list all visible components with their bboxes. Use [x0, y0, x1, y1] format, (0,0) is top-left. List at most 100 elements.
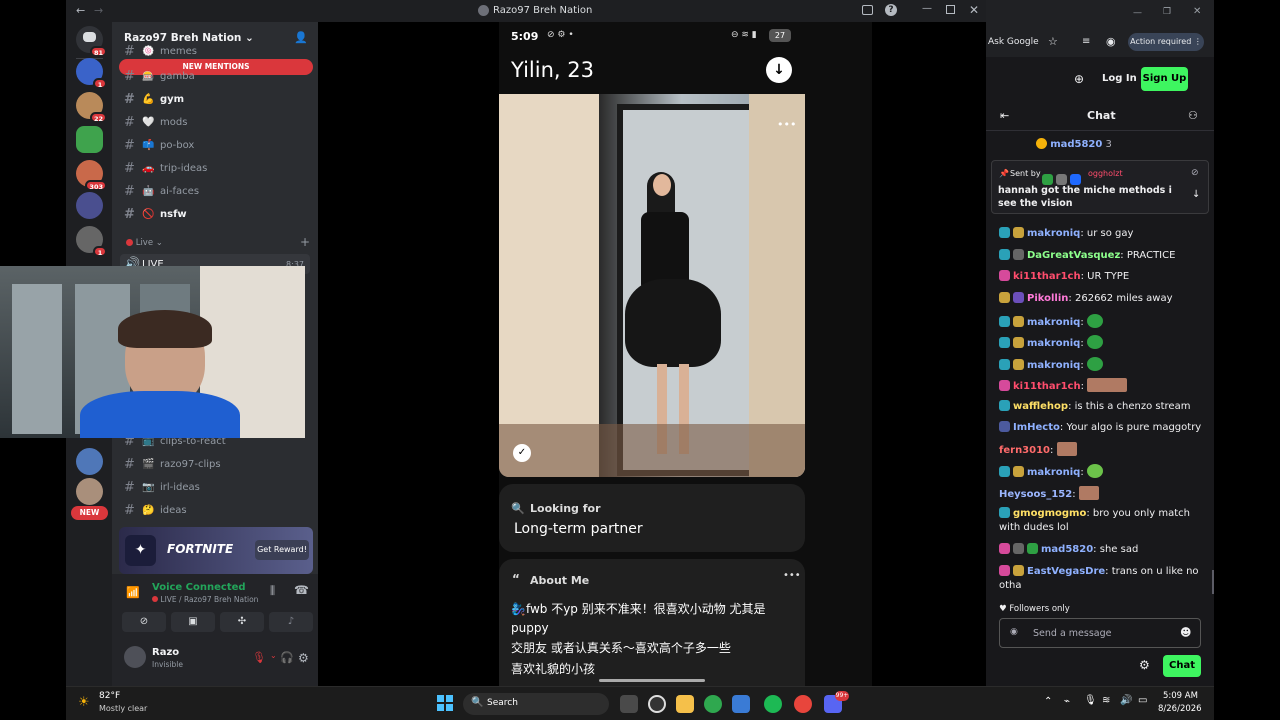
download-arrow-icon[interactable]: ↓ [766, 57, 792, 83]
search-icon: 🔍 [511, 502, 525, 515]
battery-icon[interactable]: ▭ [1138, 695, 1147, 706]
reading-list-icon[interactable]: ≡ [1082, 36, 1090, 47]
chat-scrollbar[interactable] [1212, 570, 1214, 594]
minimize-icon[interactable]: — [1133, 8, 1142, 18]
more-icon[interactable]: ••• [777, 118, 796, 131]
fortnite-promo[interactable]: ✦ FORTNITE Get Reward! [119, 527, 313, 574]
channel-gym[interactable]: # 💪 gym [120, 89, 310, 109]
noise-suppression-icon[interactable]: ⫼ [270, 584, 275, 598]
soundboard-icon[interactable]: ♪ [269, 612, 313, 632]
badge-icon[interactable]: ◉ [1010, 627, 1018, 637]
chrome-icon[interactable] [704, 695, 722, 713]
camera-off-icon[interactable]: ⊘ [122, 612, 166, 632]
clock-time[interactable]: 5:09 AM [1163, 691, 1198, 701]
chevron-down-icon[interactable]: ⌄ [270, 651, 277, 660]
channel-gamba[interactable]: # 🎰 gamba [120, 68, 310, 84]
get-reward-button[interactable]: Get Reward! [255, 540, 309, 560]
send-placeholder: Send a message [1033, 628, 1112, 639]
server-name[interactable]: Razo97 Breh Nation ⌄ [124, 32, 254, 44]
channel-memes[interactable]: # 🍥 memes [120, 44, 310, 59]
back-arrow-icon[interactable]: ← [76, 4, 85, 17]
file-explorer-icon[interactable] [676, 695, 694, 713]
volume-icon[interactable]: 🔊 [1120, 695, 1132, 706]
ask-google-button[interactable]: Ask Google [988, 37, 1039, 47]
globe-icon[interactable]: ⊕ [1074, 72, 1084, 86]
mic-icon[interactable]: 🎙 [1084, 695, 1097, 706]
channel-mods[interactable]: # 🤍 mods [120, 112, 310, 132]
server-icon[interactable]: 1 [76, 226, 107, 257]
server-icon[interactable] [76, 126, 103, 153]
server-icon[interactable]: 22 [76, 92, 107, 123]
signup-button[interactable]: Sign Up [1141, 67, 1188, 91]
network-icon[interactable]: ⌁ [1064, 696, 1070, 707]
photos-icon[interactable] [732, 695, 750, 713]
close-icon[interactable]: ✕ [969, 3, 979, 17]
unpin-icon[interactable]: ⊘ [1191, 168, 1199, 178]
channel-trip-ideas[interactable]: # 🚗 trip-ideas [120, 158, 310, 178]
channel-ai-faces[interactable]: # 🤖 ai-faces [120, 181, 310, 201]
gear-icon[interactable]: ⚙ [1139, 658, 1150, 672]
channel-razo97-clips[interactable]: # 🎬 razo97-clips [120, 454, 310, 474]
invite-people-icon[interactable]: 👤 [294, 31, 308, 44]
bits-icon [1036, 138, 1047, 149]
chevron-up-icon[interactable]: ⌃ [1044, 696, 1052, 707]
screen-share-icon[interactable]: ▣ [171, 612, 215, 632]
wifi-icon[interactable]: ≋ [1102, 695, 1110, 706]
server-icon[interactable] [76, 478, 103, 505]
home-indicator [599, 679, 705, 682]
gear-icon[interactable]: ⚙ [298, 651, 309, 665]
help-icon[interactable]: ? [885, 4, 897, 16]
discord-home-icon[interactable]: 81 [76, 26, 107, 57]
browser-toolbar: — ❐ ✕ Ask Google ☆ ≡ ◉ Action required ⋮ [986, 0, 1214, 57]
spotify-icon[interactable] [764, 695, 782, 713]
disconnect-icon[interactable]: ☎ [294, 583, 309, 597]
close-icon[interactable]: ✕ [1193, 6, 1201, 17]
avatar[interactable] [124, 646, 146, 668]
webcam-overlay [0, 266, 305, 438]
emote [1078, 486, 1099, 500]
more-icon[interactable]: ••• [783, 570, 801, 581]
inbox-icon[interactable] [862, 5, 873, 15]
community-icon[interactable]: ⚇ [1188, 109, 1198, 122]
pin-icon: 📌 [999, 169, 1009, 178]
window-title: Razo97 Breh Nation [493, 5, 593, 16]
action-required-button[interactable]: Action required ⋮ [1128, 33, 1204, 51]
server-icon[interactable] [76, 448, 103, 475]
send-message-input[interactable]: ◉ Send a message ☻ [999, 618, 1201, 648]
channel-irl-ideas[interactable]: # 📷 irl-ideas [120, 477, 310, 497]
maximize-icon[interactable] [946, 5, 955, 14]
weather-icon[interactable]: ☀ [78, 695, 90, 710]
mic-muted-icon[interactable]: 🎙 [252, 651, 266, 664]
start-icon[interactable] [437, 695, 453, 711]
star-icon[interactable]: ☆ [1048, 35, 1058, 48]
server-icon[interactable]: 1 [76, 58, 107, 89]
chat-button[interactable]: Chat [1163, 655, 1201, 677]
profile-photo[interactable]: ✓ ••• [499, 94, 805, 477]
restore-icon[interactable]: ❐ [1163, 7, 1171, 17]
minimize-icon[interactable]: — [922, 3, 932, 14]
emoji-icon[interactable]: ☻ [1180, 626, 1191, 639]
server-icon[interactable] [76, 192, 103, 219]
task-view-icon[interactable] [620, 695, 638, 713]
activities-icon[interactable]: ✣ [220, 612, 264, 632]
taskbar-search[interactable]: 🔍 Search [463, 693, 609, 715]
obs-icon[interactable] [648, 695, 666, 713]
category-live[interactable]: Live ⌄ [126, 238, 163, 248]
forward-arrow-icon[interactable]: → [94, 4, 103, 17]
channel-po-box[interactable]: # 📫 po-box [120, 135, 310, 155]
server-icon[interactable]: 303 [76, 160, 107, 191]
clock-date[interactable]: 8/26/2026 [1158, 704, 1202, 714]
chat-title: Chat [1087, 109, 1116, 122]
twitch-chat-panel: — ❐ ✕ Ask Google ☆ ≡ ◉ Action required ⋮… [986, 0, 1214, 686]
channel-ideas[interactable]: # 🤔 ideas [120, 500, 310, 520]
add-channel-icon[interactable]: + [300, 235, 310, 249]
pinned-message[interactable]: 📌 Sent by oggholzt ⊘ hannah got the mich… [991, 160, 1209, 214]
channel-nsfw[interactable]: # 🚫 nsfw [120, 204, 310, 224]
voice-status[interactable]: Voice Connected [152, 582, 246, 593]
arrow-down-icon[interactable]: ↓ [1192, 189, 1200, 200]
deafen-icon[interactable]: 🎧 [280, 651, 294, 664]
profile-icon[interactable]: ◉ [1106, 35, 1116, 48]
collapse-icon[interactable]: ⇤ [1000, 109, 1009, 122]
chrome-profile-icon[interactable] [794, 695, 812, 713]
login-button[interactable]: Log In [1102, 73, 1137, 84]
